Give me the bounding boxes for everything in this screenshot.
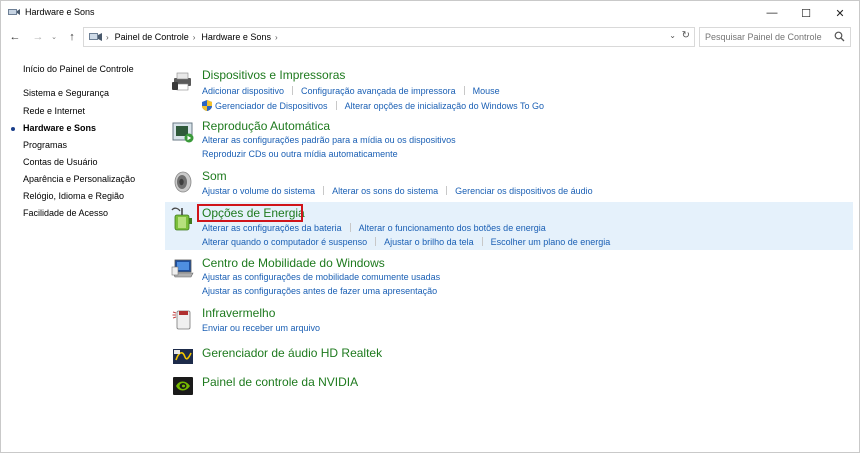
category-links-row: Alterar as configurações da bateria Alter… [202,223,546,233]
close-button[interactable]: ✕ [823,1,857,25]
control-panel-icon [89,33,102,41]
printer-icon [172,72,191,91]
sidebar-item-rede-internet[interactable]: Rede e Internet [23,106,85,116]
category-links-row: Alterar as configurações padrão para a m… [202,135,456,145]
sidebar-item-facilidade-acesso[interactable]: Facilidade de Acesso [23,208,108,218]
link-alterar-config-padrao-midia[interactable]: Alterar as configurações padrão para a m… [202,135,456,145]
link-ajustar-volume[interactable]: Ajustar o volume do sistema [202,186,315,196]
speaker-icon [174,171,192,193]
sidebar-item-programas[interactable]: Programas [23,140,67,150]
link-config-mobilidade[interactable]: Ajustar as configurações de mobilidade c… [202,272,440,282]
maximize-button[interactable]: ☐ [789,1,823,25]
nvidia-icon [173,377,193,395]
link-config-bateria[interactable]: Alterar as configurações da bateria [202,223,342,233]
category-autoplay: Reprodução Automática Alterar as configu… [165,116,853,162]
link-divider [375,237,377,246]
active-item-bullet-icon [11,127,15,131]
minimize-button[interactable]: — [755,1,789,25]
category-links-row: Reproduzir CDs ou outra mídia automatica… [202,149,398,159]
link-plano-energia[interactable]: Escolher um plano de energia [491,237,611,247]
control-panel-app-icon [8,9,20,15]
link-gerenciador-dispositivos[interactable]: Gerenciador de Dispositivos [215,101,328,111]
sidebar-item-hardware-sons: Hardware e Sons [23,123,97,133]
uac-shield-icon [202,100,212,111]
breadcrumb-separator-icon: › [192,32,196,42]
link-reproduzir-cds[interactable]: Reproduzir CDs ou outra mídia automatica… [202,149,398,159]
mobility-center-icon [171,259,194,278]
breadcrumb-separator-icon: › [106,32,109,42]
category-title[interactable]: Centro de Mobilidade do Windows [202,256,385,270]
link-computador-suspenso[interactable]: Alterar quando o computador é suspenso [202,237,367,247]
sidebar-item-sistema-seguranca[interactable]: Sistema e Segurança [23,88,109,98]
category-title[interactable]: Som [202,169,227,183]
sidebar-item-aparencia[interactable]: Aparência e Personalização [23,174,135,184]
link-divider [292,86,294,95]
sidebar-item-inicio[interactable]: Início do Painel de Controle [23,64,134,74]
sidebar-item-relogio-idioma[interactable]: Relógio, Idioma e Região [23,191,124,201]
realtek-audio-icon [173,349,193,364]
link-mouse[interactable]: Mouse [473,86,500,96]
sidebar-item-contas-usuario[interactable]: Contas de Usuário [23,157,98,167]
back-button[interactable]: ← [8,30,22,44]
category-links-row: Gerenciador de Dispositivos Alterar opçõe… [202,100,544,111]
address-dropdown-icon[interactable]: ⌄ [669,31,676,40]
link-enviar-receber-arquivo[interactable]: Enviar ou receber um arquivo [202,323,320,333]
power-options-icon [171,207,192,231]
link-divider [481,237,483,246]
up-button[interactable]: ↑ [65,30,79,44]
refresh-icon[interactable]: ↻ [682,30,690,41]
link-divider [463,86,465,95]
link-brilho-tela[interactable]: Ajustar o brilho da tela [384,237,474,247]
category-links-row: Alterar quando o computador é suspenso Aj… [202,237,610,247]
link-config-apresentacao[interactable]: Ajustar as configurações antes de fazer … [202,286,437,296]
link-divider [349,223,351,232]
link-gerenciar-dispositivos-audio[interactable]: Gerenciar os dispositivos de áudio [455,186,593,196]
infrared-icon [172,310,191,330]
category-links-row: Enviar ou receber um arquivo [202,323,320,333]
annotation-highlight-box [197,204,303,222]
recent-locations-button[interactable]: ⌄ [49,30,59,44]
breadcrumb-painel-de-controle[interactable]: Painel de Controle [115,32,189,42]
search-icon[interactable] [834,31,845,42]
title-bar: Hardware e Sons — ☐ ✕ [1,1,859,25]
category-links-row: Adicionar dispositivo Configuração avança… [202,86,500,96]
link-windows-to-go[interactable]: Alterar opções de inicialização do Windo… [345,101,544,111]
category-title[interactable]: Reprodução Automática [202,119,330,133]
link-botoes-energia[interactable]: Alterar o funcionamento dos botões de en… [359,223,546,233]
autoplay-icon [172,122,194,143]
category-realtek: Gerenciador de áudio HD Realtek [165,343,853,369]
category-infrared: Infravermelho Enviar ou receber um arqui… [165,304,853,338]
category-title[interactable]: Infravermelho [202,306,275,320]
category-title[interactable]: Dispositivos e Impressoras [202,68,345,82]
forward-button[interactable]: → [31,30,45,44]
window-title: Hardware e Sons [25,7,95,17]
breadcrumb-separator-icon[interactable]: › [275,33,278,42]
link-divider [323,186,325,195]
category-devices-printers: Dispositivos e Impressoras Adicionar dis… [165,65,853,113]
navigation-bar: ← → ⌄ ↑ › Painel de Controle › Hardware … [1,25,859,49]
category-links-row: Ajustar as configurações antes de fazer … [202,286,437,296]
link-alterar-sons[interactable]: Alterar os sons do sistema [332,186,438,196]
search-box[interactable] [699,27,851,47]
category-mobility-center: Centro de Mobilidade do Windows Ajustar … [165,253,853,301]
category-sound: Som Ajustar o volume do sistema Alterar o… [165,167,853,201]
link-adicionar-dispositivo[interactable]: Adicionar dispositivo [202,86,284,96]
breadcrumb-hardware-e-sons[interactable]: Hardware e Sons [201,32,271,42]
category-links-row: Ajustar as configurações de mobilidade c… [202,272,440,282]
category-title[interactable]: Painel de controle da NVIDIA [202,375,358,389]
link-divider [446,186,448,195]
main-content: Dispositivos e Impressoras Adicionar dis… [165,61,855,446]
address-bar[interactable]: › Painel de Controle › Hardware e Sons ›… [83,27,695,47]
control-panel-window: Hardware e Sons — ☐ ✕ ← → ⌄ ↑ › Painel d… [0,0,860,453]
category-links-row: Ajustar o volume do sistema Alterar os so… [202,186,593,196]
link-divider [335,101,337,110]
category-nvidia: Painel de controle da NVIDIA [165,371,853,399]
category-power-options: Opções de Energia Alterar as configuraçõ… [165,202,853,250]
link-configuracao-impressora[interactable]: Configuração avançada de impressora [301,86,456,96]
search-input[interactable] [705,32,833,42]
category-title[interactable]: Gerenciador de áudio HD Realtek [202,346,382,360]
